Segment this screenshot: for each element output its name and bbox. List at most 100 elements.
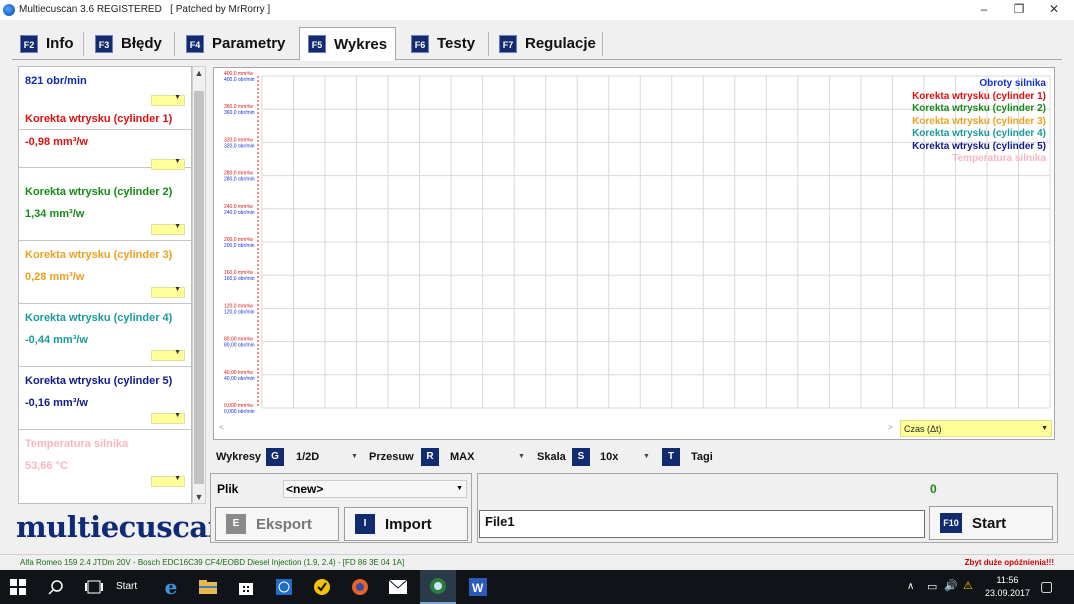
norton-icon[interactable] [304,570,340,604]
sensor-item-cyl4[interactable]: Korekta wtrysku (cylinder 4) -0,44 mm³/w… [19,304,191,367]
multiecuscan-taskbar-icon[interactable] [420,570,456,604]
sensor-scale-select[interactable]: ▼ [151,158,185,170]
mail-icon[interactable] [380,570,416,604]
legend-entry: Korekta wtrysku (cylinder 3) [912,115,1046,127]
task-view-icon[interactable] [76,570,112,604]
close-button[interactable]: ✕ [1036,0,1072,20]
chevron-down-icon[interactable]: ▼ [643,448,650,466]
i-key-icon: I [355,514,375,534]
tray-chevron-icon[interactable]: ∧ [907,581,914,592]
tab-bar: F2 Info F3 Błędy F4 Parametry F5 Wykres F6 Te… [12,24,1062,61]
store-icon[interactable] [228,570,264,604]
search-icon[interactable] [38,570,74,604]
eksport-label: Eksport [256,515,312,533]
scroll-right-icon[interactable]: > [888,423,893,432]
chevron-down-icon: ▼ [174,94,181,101]
chevron-down-icon: ▼ [174,475,181,482]
scroll-left-icon[interactable]: < [219,423,224,432]
skala-select[interactable]: 10x [600,448,618,466]
multiecuscan-logo: multiecuscan [16,510,229,544]
maximize-button[interactable]: ❐ [1001,0,1037,20]
start-button[interactable]: F10 Start [929,506,1053,540]
tab-regulacje[interactable]: F7 Regulacje [491,27,604,60]
przesuw-select[interactable]: MAX [450,448,474,466]
chevron-down-icon[interactable]: ▼ [518,448,525,466]
chevron-down-icon[interactable]: ▼ [351,448,358,466]
file-panel: Plik <new> ▼ E Eksport I Import [210,473,472,543]
f3-key-icon: F3 [95,34,113,53]
tab-wykres[interactable]: F5 Wykres [299,27,397,61]
svg-text:W: W [472,581,484,595]
title-bar: Multiecuscan 3.6 REGISTERED [ Patched by… [0,0,1074,20]
chart-area[interactable]: 400,0 mm³/w 400,0 obr/min 360,0 mm³/w 360,0… [213,67,1055,440]
sensor-item-cyl1[interactable]: Korekta wtrysku (cylinder 1) -0,98 mm³/w… [19,105,191,170]
sensor-scale-select[interactable]: ▼ [151,286,185,298]
taskbar-clock[interactable]: 11:56 23.09.2017 [985,574,1030,600]
eksport-button[interactable]: E Eksport [215,507,339,541]
network-warning-icon[interactable]: ⚠ [963,579,973,592]
sensor-scale-select[interactable]: ▼ [151,349,185,361]
y-tick-label-rpm: 240,0 obr/min [224,210,255,216]
chevron-down-icon: ▼ [174,349,181,356]
windows-start-icon[interactable] [0,570,36,604]
scroll-up-icon[interactable]: ▲ [193,67,205,79]
clock-app-icon[interactable] [266,570,302,604]
minimize-button[interactable]: – [966,0,1002,20]
battery-icon[interactable]: ▭ [927,580,937,593]
y-tick-label-rpm: 360,0 obr/min [224,110,255,116]
legend-entry: Korekta wtrysku (cylinder 2) [912,103,1046,114]
f4-key-icon: F4 [186,34,204,53]
sensor-value: -0,98 mm³/w [25,136,88,148]
sensor-item-cyl2[interactable]: Korekta wtrysku (cylinder 2) 1,34 mm³/w … [19,178,191,241]
plik-select[interactable]: <new> ▼ [283,480,467,498]
y-tick-label-rpm: 320,0 obr/min [224,143,255,149]
chevron-down-icon: ▼ [174,223,181,230]
plik-label: Plik [217,482,239,496]
edge-icon[interactable]: e [153,570,189,604]
tab-bledy[interactable]: F3 Błędy [87,27,170,60]
tab-label: Testy [437,35,476,52]
import-label: Import [385,515,432,533]
tab-label: Wykres [334,35,388,53]
volume-icon[interactable]: 🔊 [944,579,958,592]
tab-parametry[interactable]: F4 Parametry [178,27,293,60]
sensor-name: Korekta wtrysku (cylinder 2) [25,186,173,198]
tagi-button[interactable]: Tagi [691,448,713,466]
sensor-scale-select[interactable]: ▼ [151,223,185,235]
chevron-down-icon: ▼ [174,412,181,419]
sensor-item-temp[interactable]: Temperatura silnika 53,66 °C ▼ [19,430,191,493]
tab-info[interactable]: F2 Info [12,27,82,60]
start-label: Start [972,514,1007,532]
notifications-icon[interactable]: ▢ [1040,578,1053,595]
f10-key-icon: F10 [940,513,962,533]
sensor-scale-select[interactable]: ▼ [151,475,185,487]
chevron-down-icon: ▼ [456,485,463,492]
f2-key-icon: F2 [20,34,38,53]
wykresy-select[interactable]: 1/2D [296,448,319,466]
przesuw-label: Przesuw [369,451,414,463]
import-button[interactable]: I Import [344,507,468,541]
scrollbar-thumb[interactable] [194,91,204,484]
tab-testy[interactable]: F6 Testy [403,27,483,60]
time-axis-select[interactable]: Czas (Δt) ▼ [900,420,1052,437]
start-taskbar-label[interactable]: Start [116,581,137,592]
filename-field[interactable]: File1 [479,510,925,538]
scroll-down-icon[interactable]: ▼ [193,491,205,503]
sensor-name: 821 obr/min [25,75,87,87]
window-title: Multiecuscan 3.6 REGISTERED [ Patched by… [19,4,271,15]
sensor-list: 821 obr/min ▼ Korekta wtrysku (cylinder … [18,66,192,504]
chart-hscrollbar[interactable]: < > [215,420,895,438]
firefox-icon[interactable] [342,570,378,604]
file-explorer-icon[interactable] [190,570,226,604]
f7-key-icon: F7 [499,34,517,53]
sensor-scale-select[interactable]: ▼ [151,412,185,424]
sensor-list-scrollbar[interactable]: ▲ ▼ [192,66,206,504]
sensor-item-cyl3[interactable]: Korekta wtrysku (cylinder 3) 0,28 mm³/w … [19,241,191,304]
y-tick-label-rpm: 120,0 obr/min [224,309,255,315]
word-icon[interactable]: W [460,570,496,604]
sensor-value: 1,34 mm³/w [25,208,85,220]
legend-entry: Korekta wtrysku (cylinder 5) [912,140,1046,152]
y-tick-label-rpm: 40,00 obr/min [224,376,255,382]
legend-entry: Korekta wtrysku (cylinder 1) [912,90,1046,102]
sensor-item-cyl5[interactable]: Korekta wtrysku (cylinder 5) -0,16 mm³/w… [19,367,191,430]
